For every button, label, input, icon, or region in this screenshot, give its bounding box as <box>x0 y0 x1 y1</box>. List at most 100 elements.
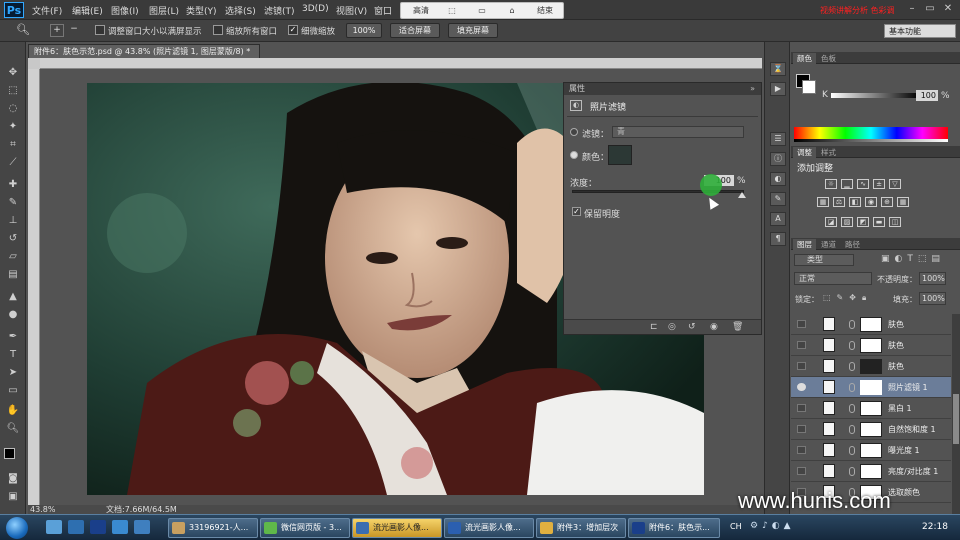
menu-image[interactable]: 图像(I) <box>111 4 139 17</box>
magic-wand-icon[interactable]: ✦ <box>5 120 21 134</box>
close-icon[interactable]: ✕ <box>942 2 954 16</box>
paragraph-panel-icon[interactable]: ¶ <box>770 232 786 246</box>
view-previous-icon[interactable]: ◎ <box>668 322 676 332</box>
layer-mask-thumb[interactable] <box>860 317 882 332</box>
start-button[interactable] <box>6 517 28 539</box>
filter-select[interactable]: 青 <box>612 126 744 138</box>
healing-brush-icon[interactable]: ✚ <box>5 178 21 192</box>
preserve-luminosity-checkbox[interactable]: ✓ <box>572 207 581 216</box>
opacity-input[interactable]: 100% <box>919 272 946 285</box>
tab-color[interactable]: 颜色 <box>793 53 816 64</box>
visibility-eye-icon[interactable] <box>797 383 806 391</box>
zoom-out-icon[interactable]: − <box>67 24 81 37</box>
menu-view[interactable]: 视图(V) <box>336 4 367 17</box>
filter-radio[interactable] <box>570 128 578 136</box>
tab-layers[interactable]: 图层 <box>793 239 816 250</box>
menu-window[interactable]: 窗口 <box>374 4 392 17</box>
layer-row[interactable]: 肤色 <box>791 356 951 377</box>
info-panel-icon[interactable]: ⓘ <box>770 152 786 166</box>
minimize-icon[interactable]: – <box>906 2 918 16</box>
taskbar-button[interactable]: 33196921-人... <box>168 518 258 538</box>
fill-input[interactable]: 100% <box>919 292 946 305</box>
color-balance-icon[interactable]: ⚖ <box>833 197 845 207</box>
blend-mode-select[interactable]: 正常 <box>794 272 872 285</box>
color-lookup-icon[interactable]: ▦ <box>897 197 909 207</box>
move-tool-icon[interactable]: ✥ <box>5 66 21 80</box>
layer-filter-icons[interactable]: ▣◐T⬚▤ <box>881 254 945 264</box>
document-tab[interactable]: 附件6：肤色示范.psd @ 43.8% (照片滤镜 1, 图层蒙版/8) * <box>28 44 260 58</box>
blur-tool-icon[interactable]: ▲ <box>5 290 21 304</box>
recorder-hd-button[interactable]: 高清 <box>405 4 437 18</box>
photoshop-quick-icon[interactable] <box>90 520 106 534</box>
posterize-icon[interactable]: ▨ <box>841 217 853 227</box>
filter-color-swatch[interactable] <box>608 145 632 165</box>
photo-filter-icon[interactable]: ◉ <box>865 197 877 207</box>
adjust-panel-icon[interactable]: ◐ <box>770 172 786 186</box>
hand-tool-icon[interactable]: ✋ <box>5 404 21 418</box>
layer-row[interactable]: 肤色 <box>791 314 951 335</box>
gradient-map-icon[interactable]: ▬ <box>873 217 885 227</box>
marquee-tool-icon[interactable]: ⬚ <box>5 84 21 98</box>
foreground-color-swatch[interactable] <box>4 448 15 459</box>
resize-windows-checkbox[interactable] <box>95 25 105 35</box>
invert-icon[interactable]: ◪ <box>825 217 837 227</box>
language-indicator[interactable]: CH <box>730 522 742 531</box>
layer-row[interactable]: 亮度/对比度 1 <box>791 461 951 482</box>
gradient-tool-icon[interactable]: ▤ <box>5 268 21 282</box>
menu-edit[interactable]: 编辑(E) <box>72 4 103 17</box>
lock-icons[interactable]: ⬚✎✥🔒︎ <box>823 293 872 303</box>
menu-3d[interactable]: 3D(D) <box>302 4 329 14</box>
history-panel-icon[interactable]: ⌛ <box>770 62 786 76</box>
path-select-icon[interactable]: ➤ <box>5 366 21 380</box>
restore-icon[interactable]: ▭ <box>924 2 936 16</box>
recorder-end-button[interactable]: 结束 <box>529 4 561 18</box>
lasso-tool-icon[interactable]: ◌ <box>5 102 21 116</box>
layer-mask-thumb[interactable] <box>860 443 882 458</box>
shape-tool-icon[interactable]: ▭ <box>5 384 21 398</box>
quicklaunch-icon[interactable] <box>134 520 150 534</box>
layer-kind-filter[interactable]: 类型 <box>794 254 854 266</box>
taskbar-button[interactable]: 附件3：增加层次 <box>536 518 626 538</box>
eyedropper-icon[interactable]: ⟋ <box>5 156 21 170</box>
visibility-toggle[interactable] <box>797 446 806 454</box>
layer-mask-thumb[interactable] <box>860 338 882 353</box>
layer-mask-thumb[interactable] <box>860 401 882 416</box>
quick-mask-icon[interactable]: ◙ <box>5 472 21 486</box>
taskbar-button[interactable]: 微信网页版 - 3... <box>260 518 350 538</box>
properties-panel-icon[interactable]: ☰ <box>770 132 786 146</box>
layer-mask-thumb[interactable] <box>860 359 882 374</box>
recorder-region-icon[interactable]: ⬚ <box>441 4 463 18</box>
fill-screen-button[interactable]: 填充屏幕 <box>448 23 498 38</box>
threshold-icon[interactable]: ◩ <box>857 217 869 227</box>
menu-type[interactable]: 类型(Y) <box>186 4 217 17</box>
recorder-window-icon[interactable]: ▭ <box>471 4 493 18</box>
layer-row[interactable]: 曝光度 1 <box>791 440 951 461</box>
visibility-toggle[interactable] <box>797 320 806 328</box>
scrollbar-thumb[interactable] <box>953 394 959 444</box>
k-value-input[interactable]: 100 <box>916 90 938 101</box>
brush-tool-icon[interactable]: ✎ <box>5 196 21 210</box>
tab-swatches[interactable]: 色板 <box>817 53 840 64</box>
zoom-100-button[interactable]: 100% <box>346 23 382 38</box>
levels-icon[interactable]: ▁ <box>841 179 853 189</box>
hue-sat-icon[interactable]: ▦ <box>817 197 829 207</box>
color-bg-swatch[interactable] <box>802 80 816 94</box>
workspace-select[interactable]: 基本功能 <box>884 24 956 38</box>
pen-tool-icon[interactable]: ✒ <box>5 330 21 344</box>
color-spectrum[interactable] <box>794 127 948 139</box>
actions-panel-icon[interactable]: ▶ <box>770 82 786 96</box>
menu-select[interactable]: 选择(S) <box>225 4 256 17</box>
taskbar-button-active[interactable]: 流光画影人像... <box>352 518 442 538</box>
crop-tool-icon[interactable]: ⌗ <box>5 138 21 152</box>
clip-to-layer-icon[interactable]: ⊏ <box>650 322 658 332</box>
fit-screen-button[interactable]: 适合屏幕 <box>390 23 440 38</box>
tab-styles[interactable]: 样式 <box>817 147 840 158</box>
vibrance-icon[interactable]: ▽ <box>889 179 901 189</box>
clone-stamp-icon[interactable]: ⊥ <box>5 214 21 228</box>
layer-mask-thumb[interactable] <box>860 464 882 479</box>
black-white-icon[interactable]: ◧ <box>849 197 861 207</box>
density-slider-thumb[interactable] <box>738 192 746 198</box>
exposure-icon[interactable]: ± <box>873 179 885 189</box>
zoom-tool-icon[interactable]: 🔍︎ <box>16 23 30 36</box>
tray-icons[interactable]: ⚙♪◐▲ <box>750 521 795 531</box>
